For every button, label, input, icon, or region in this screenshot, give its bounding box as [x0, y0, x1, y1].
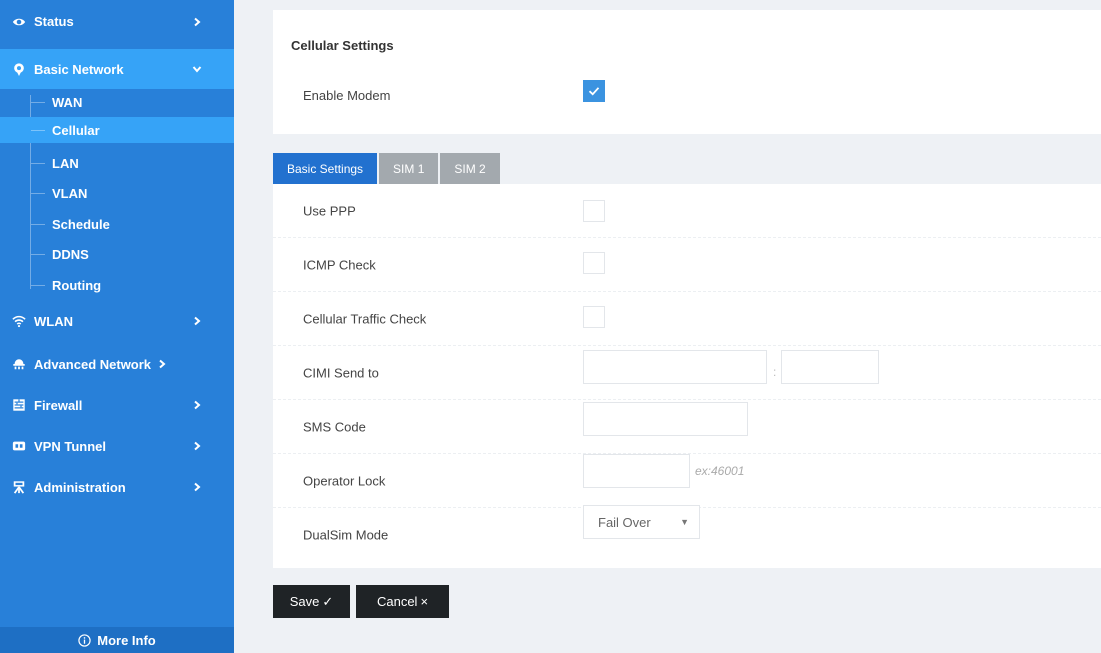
- operator-lock-input[interactable]: [583, 454, 690, 488]
- form-row-icmp-check: ICMP Check: [273, 238, 1101, 292]
- sidebar-subitem-routing[interactable]: Routing: [0, 272, 234, 298]
- chevron-right-icon: [157, 359, 167, 369]
- form-row-cimi-send-to: CIMI Send to :: [273, 346, 1101, 400]
- vpn-icon: [12, 439, 26, 453]
- basic-settings-panel: Use PPP ICMP Check Cellular Traffic Chec…: [273, 184, 1101, 568]
- save-button-label: Save: [289, 594, 320, 609]
- operator-lock-hint: ex:46001: [695, 464, 745, 478]
- sms-code-label: SMS Code: [303, 419, 366, 434]
- more-info-label: More Info: [97, 632, 156, 648]
- icmp-check-checkbox[interactable]: [583, 252, 605, 274]
- network-icon: [12, 62, 26, 76]
- section-title: Cellular Settings: [291, 38, 394, 53]
- form-row-dualsim-mode: DualSim Mode Fail Over ▼: [273, 505, 1101, 562]
- sidebar-item-label: WLAN: [34, 313, 73, 329]
- form-row-use-ppp: Use PPP: [273, 184, 1101, 238]
- sidebar-item-firewall[interactable]: Firewall: [0, 390, 234, 420]
- sidebar-item-administration[interactable]: Administration: [0, 472, 234, 502]
- sidebar-item-label: Advanced Network: [34, 356, 152, 372]
- check-icon: [588, 87, 600, 96]
- cimi-send-to-label: CIMI Send to: [303, 365, 379, 380]
- form-row-cellular-traffic-check: Cellular Traffic Check: [273, 292, 1101, 346]
- dualsim-mode-label: DualSim Mode: [303, 527, 389, 543]
- tab-sim-2[interactable]: SIM 2: [440, 153, 500, 184]
- form-row-operator-lock: Operator Lock ex:46001: [273, 454, 1101, 508]
- close-icon: ×: [420, 594, 429, 609]
- use-ppp-label: Use PPP: [303, 203, 356, 218]
- sidebar-subitem-lan[interactable]: LAN: [0, 150, 234, 176]
- cloud-network-icon: [12, 357, 26, 371]
- tab-basic-settings[interactable]: Basic Settings: [273, 153, 378, 184]
- cellular-settings-card: Cellular Settings Enable Modem: [273, 10, 1101, 134]
- sidebar-item-wlan[interactable]: WLAN: [0, 306, 234, 336]
- save-button[interactable]: Save ✓: [273, 585, 350, 618]
- dualsim-mode-select[interactable]: Fail Over ▼: [583, 505, 700, 539]
- sidebar-subitem-ddns[interactable]: DDNS: [0, 241, 234, 267]
- cancel-button-label: Cancel: [376, 594, 418, 609]
- sidebar-item-label: Firewall: [34, 397, 83, 413]
- firewall-icon: [12, 398, 26, 412]
- sidebar-item-label: Basic Network: [34, 61, 124, 77]
- check-icon: ✓: [322, 593, 334, 609]
- sidebar-subitem-cellular[interactable]: Cellular: [0, 117, 234, 143]
- cimi-host-input[interactable]: [583, 350, 767, 384]
- tab-sim-1[interactable]: SIM 1: [379, 153, 439, 184]
- sidebar-item-vpn-tunnel[interactable]: VPN Tunnel: [0, 431, 234, 461]
- chevron-right-icon: [192, 441, 202, 451]
- sidebar-item-label: VPN Tunnel: [34, 438, 106, 454]
- icmp-check-label: ICMP Check: [303, 257, 376, 272]
- more-info-button[interactable]: More Info: [0, 627, 234, 653]
- chevron-right-icon: [192, 482, 202, 492]
- cimi-separator: :: [773, 365, 777, 379]
- sidebar-item-basic-network[interactable]: Basic Network: [0, 49, 234, 89]
- sidebar-subitem-vlan[interactable]: VLAN: [0, 180, 234, 206]
- sidebar-item-label: Administration: [34, 479, 126, 495]
- caret-down-icon: ▼: [680, 517, 689, 527]
- chevron-down-icon: [192, 64, 202, 74]
- settings-tabs: Basic Settings SIM 1 SIM 2: [273, 153, 502, 184]
- chevron-right-icon: [192, 316, 202, 326]
- wifi-icon: [12, 314, 26, 328]
- chevron-right-icon: [192, 400, 202, 410]
- sidebar-item-advanced-network[interactable]: Advanced Network: [0, 349, 234, 379]
- sms-code-input[interactable]: [583, 402, 748, 436]
- admin-icon: [12, 480, 26, 494]
- dualsim-mode-value: Fail Over: [598, 514, 651, 530]
- form-row-sms-code: SMS Code: [273, 400, 1101, 454]
- info-icon: [78, 633, 91, 647]
- sidebar-subitem-schedule[interactable]: Schedule: [0, 211, 234, 237]
- use-ppp-checkbox[interactable]: [583, 200, 605, 222]
- eye-icon: [12, 15, 26, 29]
- sidebar-item-label: Status: [34, 14, 74, 29]
- enable-modem-checkbox[interactable]: [583, 80, 605, 102]
- cancel-button[interactable]: Cancel ×: [356, 585, 449, 618]
- cellular-traffic-check-checkbox[interactable]: [583, 306, 605, 328]
- chevron-right-icon: [192, 17, 202, 27]
- cimi-port-input[interactable]: [781, 350, 879, 384]
- operator-lock-label: Operator Lock: [303, 473, 386, 488]
- cellular-traffic-check-label: Cellular Traffic Check: [303, 311, 427, 326]
- sidebar-subitem-wan[interactable]: WAN: [0, 89, 234, 115]
- sidebar: Status Basic Network WAN Cellular LAN VL…: [0, 0, 234, 653]
- sidebar-item-status[interactable]: Status: [0, 7, 234, 36]
- enable-modem-label: Enable Modem: [303, 88, 391, 103]
